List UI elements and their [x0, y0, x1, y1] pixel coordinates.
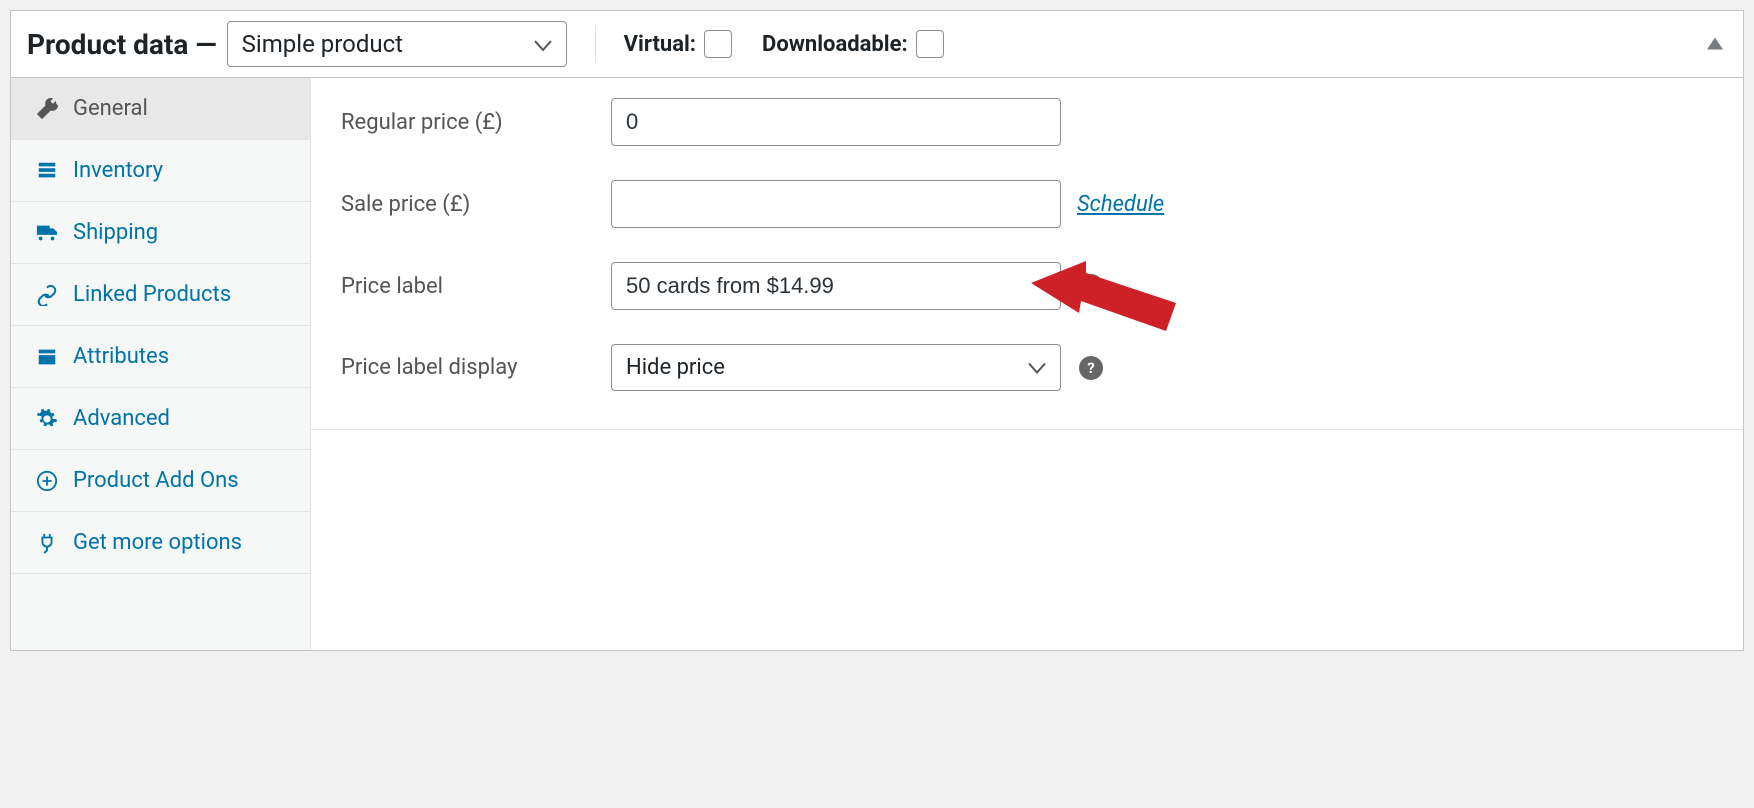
sale-price-row: Sale price (£) Schedule — [341, 180, 1713, 228]
list-icon — [35, 345, 59, 369]
sidebar-item-get-more-options[interactable]: Get more options — [11, 512, 310, 574]
wrench-icon — [35, 97, 59, 121]
content-area: Regular price (£) Sale price (£) Schedul… — [311, 78, 1743, 430]
help-icon[interactable]: ? — [1079, 356, 1103, 380]
sidebar-item-label: Inventory — [73, 158, 163, 183]
content-bottom-spacer — [311, 430, 1743, 650]
sidebar-item-shipping[interactable]: Shipping — [11, 202, 310, 264]
sidebar-item-attributes[interactable]: Attributes — [11, 326, 310, 388]
sale-price-input[interactable] — [611, 180, 1061, 228]
downloadable-checkbox[interactable] — [916, 30, 944, 58]
link-icon — [35, 283, 59, 307]
product-type-select[interactable]: Simple product — [227, 21, 567, 67]
schedule-link[interactable]: Schedule — [1077, 192, 1164, 217]
help-icon[interactable]: ? — [1079, 274, 1103, 298]
panel-body: General Inventory Shipping Linked Produc… — [11, 78, 1743, 650]
sidebar: General Inventory Shipping Linked Produc… — [11, 78, 311, 650]
regular-price-label: Regular price (£) — [341, 110, 611, 135]
plus-circle-icon — [35, 469, 59, 493]
sidebar-item-label: Linked Products — [73, 282, 231, 307]
gear-icon — [35, 407, 59, 431]
product-type-value: Simple product — [242, 30, 403, 58]
price-label-label: Price label — [341, 274, 611, 299]
sidebar-item-general[interactable]: General — [11, 78, 310, 140]
virtual-label: Virtual: — [624, 32, 696, 57]
regular-price-row: Regular price (£) — [341, 98, 1713, 146]
downloadable-label: Downloadable: — [762, 32, 908, 57]
inventory-icon — [35, 159, 59, 183]
price-label-display-label: Price label display — [341, 355, 611, 380]
virtual-checkbox[interactable] — [704, 30, 732, 58]
chevron-down-icon — [1028, 355, 1046, 380]
sidebar-item-label: Get more options — [73, 530, 242, 555]
plug-icon — [35, 531, 59, 555]
regular-price-input[interactable] — [611, 98, 1061, 146]
sale-price-label: Sale price (£) — [341, 192, 611, 217]
sidebar-item-inventory[interactable]: Inventory — [11, 140, 310, 202]
chevron-down-icon — [534, 30, 552, 58]
virtual-group: Virtual: — [624, 30, 732, 58]
sidebar-item-label: General — [73, 96, 148, 121]
price-label-input[interactable] — [611, 262, 1061, 310]
header-divider — [595, 25, 596, 63]
price-label-row: Price label ? — [341, 262, 1713, 310]
sidebar-item-label: Product Add Ons — [73, 468, 239, 493]
price-label-display-row: Price label display Hide price ? — [341, 344, 1713, 391]
collapse-toggle[interactable] — [1707, 35, 1723, 54]
panel-header: Product data — Simple product Virtual: D… — [11, 11, 1743, 78]
panel-title: Product data — — [27, 28, 217, 61]
sidebar-item-label: Advanced — [73, 406, 170, 431]
sidebar-item-product-add-ons[interactable]: Product Add Ons — [11, 450, 310, 512]
price-label-display-select[interactable]: Hide price — [611, 344, 1061, 391]
sidebar-item-label: Attributes — [73, 344, 169, 369]
price-label-display-value: Hide price — [626, 355, 725, 380]
sidebar-item-label: Shipping — [73, 220, 158, 245]
sidebar-item-linked-products[interactable]: Linked Products — [11, 264, 310, 326]
downloadable-group: Downloadable: — [762, 30, 944, 58]
sidebar-item-advanced[interactable]: Advanced — [11, 388, 310, 450]
truck-icon — [35, 221, 59, 245]
product-data-panel: Product data — Simple product Virtual: D… — [10, 10, 1744, 651]
